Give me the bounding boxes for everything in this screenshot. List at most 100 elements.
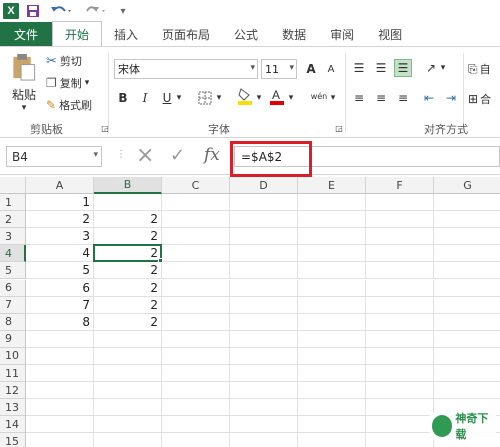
drag-handle-icon[interactable]: ⋮ [116, 149, 126, 160]
name-box[interactable]: B4 ▾ [6, 146, 102, 167]
cell-c[interactable] [162, 416, 230, 434]
align-right-icon[interactable]: ≡ [394, 89, 412, 107]
undo-icon[interactable] [44, 0, 78, 22]
chevron-down-icon[interactable]: ▾ [174, 89, 184, 107]
cell-f[interactable] [366, 228, 434, 246]
paste-button[interactable]: 粘贴 ▾ [8, 53, 40, 113]
enter-icon[interactable]: ✓ [170, 145, 185, 166]
cell-e[interactable] [298, 211, 366, 229]
borders-icon[interactable] [196, 89, 214, 107]
column-header-f[interactable]: F [366, 177, 434, 194]
shrink-font-icon[interactable]: A [322, 60, 340, 78]
cell-d[interactable] [230, 262, 298, 280]
row-header[interactable]: 1 [0, 194, 26, 211]
cell-d[interactable] [230, 382, 298, 400]
cell-c[interactable] [162, 433, 230, 447]
cell-b[interactable]: 2 [94, 262, 162, 280]
cell-f[interactable] [366, 365, 434, 382]
cell-e[interactable] [298, 399, 366, 417]
tab-home[interactable]: 开始 [52, 21, 103, 46]
cell-c[interactable] [162, 365, 230, 382]
cell-g[interactable] [434, 297, 500, 314]
cell-e[interactable] [298, 313, 366, 331]
cell-e[interactable] [298, 330, 366, 348]
cell-e[interactable] [298, 365, 366, 382]
cell-c[interactable] [162, 211, 230, 229]
cell-e[interactable] [298, 228, 366, 246]
cell-b[interactable] [94, 433, 162, 447]
cell-c[interactable] [162, 245, 230, 263]
cell-b[interactable]: 2 [94, 296, 162, 314]
row-header[interactable]: 8 [0, 313, 26, 331]
row-header[interactable]: 6 [0, 279, 26, 297]
cell-e[interactable] [298, 347, 366, 365]
cell-c[interactable] [162, 296, 230, 314]
cell-f[interactable] [366, 330, 434, 348]
cell-e[interactable] [298, 262, 366, 280]
cell-d[interactable] [230, 245, 298, 263]
decrease-indent-icon[interactable]: ⇤ [420, 89, 438, 107]
cell-a[interactable]: 2 [26, 211, 94, 229]
italic-button[interactable]: I [136, 89, 154, 107]
cell-a[interactable] [26, 382, 94, 400]
cell-a[interactable] [26, 330, 94, 348]
tab-insert[interactable]: 插入 [102, 22, 150, 46]
cell-b[interactable] [94, 347, 162, 365]
cell-b[interactable] [94, 416, 162, 434]
row-header[interactable]: 2 [0, 211, 26, 229]
cell-a[interactable]: 1 [26, 194, 94, 211]
cell-g[interactable] [434, 245, 500, 263]
cell-e[interactable] [298, 245, 366, 263]
cell-d[interactable] [230, 347, 298, 365]
cell-e[interactable] [298, 194, 366, 211]
cell-f[interactable] [366, 194, 434, 211]
chevron-down-icon[interactable]: ▾ [254, 89, 264, 107]
cell-a[interactable]: 5 [26, 262, 94, 280]
cell-a[interactable]: 4 [26, 245, 94, 263]
tab-formulas[interactable]: 公式 [222, 22, 270, 46]
cell-d[interactable] [230, 194, 298, 211]
copy-button[interactable]: ❐ 复制 ▾ [46, 75, 89, 91]
cell-f[interactable] [366, 313, 434, 331]
fill-handle[interactable] [158, 258, 163, 264]
align-left-icon[interactable]: ≡ [350, 89, 368, 107]
cell-a[interactable]: 8 [26, 313, 94, 331]
cell-b[interactable]: 2 [94, 228, 162, 246]
cell-f[interactable] [366, 347, 434, 365]
font-color-icon[interactable]: A [268, 87, 286, 105]
column-header-c[interactable]: C [162, 177, 230, 194]
cell-c[interactable] [162, 279, 230, 297]
cell-d[interactable] [230, 313, 298, 331]
fill-color-icon[interactable] [236, 87, 254, 105]
cell-g[interactable] [434, 348, 500, 365]
cut-button[interactable]: ✂ 剪切 [46, 53, 82, 69]
dialog-launcher-icon[interactable]: ◲ [96, 119, 114, 137]
cell-f[interactable] [366, 433, 434, 447]
cell-a[interactable]: 3 [26, 228, 94, 246]
font-name-select[interactable]: 宋体 ▾ [114, 59, 258, 79]
align-bottom-icon[interactable]: ☰ [394, 59, 412, 77]
tab-review[interactable]: 审阅 [318, 22, 366, 46]
redo-icon[interactable] [78, 0, 112, 22]
cell-d[interactable] [230, 416, 298, 434]
cell-e[interactable] [298, 296, 366, 314]
cell-e[interactable] [298, 382, 366, 400]
cell-b[interactable]: 2 [94, 313, 162, 331]
row-header[interactable]: 5 [0, 262, 26, 280]
cell-b[interactable] [94, 330, 162, 348]
chevron-down-icon[interactable]: ▾ [328, 89, 338, 107]
increase-indent-icon[interactable]: ⇥ [442, 89, 460, 107]
cell-c[interactable] [162, 330, 230, 348]
cell-d[interactable] [230, 330, 298, 348]
cell-d[interactable] [230, 433, 298, 447]
font-size-select[interactable]: 11 ▾ [261, 59, 297, 79]
cell-d[interactable] [230, 399, 298, 417]
cell-c[interactable] [162, 228, 230, 246]
row-header[interactable]: 13 [0, 399, 26, 417]
cell-c[interactable] [162, 399, 230, 417]
cell-b[interactable] [94, 365, 162, 382]
column-header-b[interactable]: B [94, 177, 162, 194]
cell-b[interactable] [94, 194, 162, 211]
cell-c[interactable] [162, 262, 230, 280]
cell-e[interactable] [298, 416, 366, 434]
